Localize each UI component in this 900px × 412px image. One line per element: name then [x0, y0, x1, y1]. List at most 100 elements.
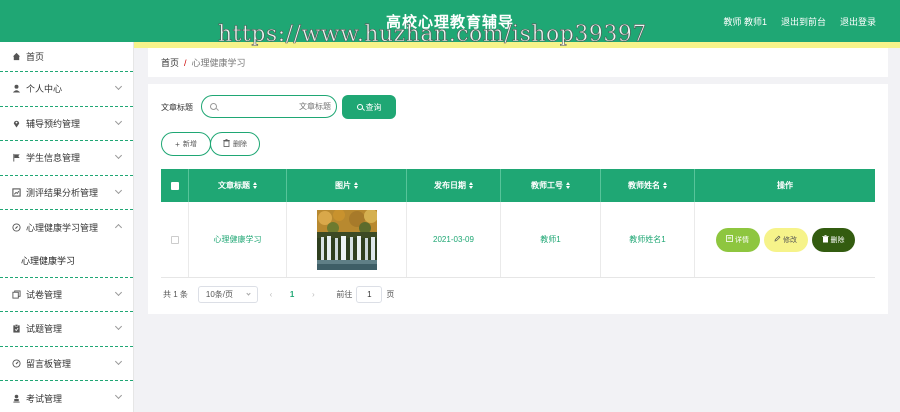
- content-card: 文章标题 查询 + 新增 删除 文章标题 图片: [148, 84, 888, 314]
- sidebar-item-appointment[interactable]: 辅导预约管理: [0, 107, 133, 141]
- column-label: 文章标题: [218, 181, 250, 190]
- chevron-up-icon: [114, 223, 123, 232]
- page-size-value: 10条/页: [205, 290, 234, 299]
- back-to-frontend-link[interactable]: 退出到前台: [781, 15, 826, 28]
- select-all-checkbox[interactable]: [170, 181, 179, 190]
- sidebar-item-papers[interactable]: 试卷管理: [0, 278, 133, 312]
- sidebar-item-questions[interactable]: 试题管理: [0, 312, 133, 347]
- sidebar-item-label: 试题管理: [26, 324, 63, 335]
- sidebar-item-label: 试卷管理: [26, 289, 63, 300]
- column-header-teacher-id[interactable]: 教师工号: [501, 169, 601, 202]
- table-header: 文章标题 图片 发布日期 教师工号 教师姓名 操作: [161, 169, 875, 202]
- goto-label: 前往: [336, 290, 353, 299]
- column-label: 教师工号: [531, 181, 563, 190]
- sort-icon: [469, 182, 473, 190]
- sidebar-item-exams[interactable]: 考试管理: [0, 381, 133, 412]
- sidebar-item-label: 考试管理: [26, 393, 63, 404]
- pagination-total: 共 1 条: [163, 290, 188, 299]
- sidebar-item-label: 学生信息管理: [26, 153, 81, 164]
- search-input[interactable]: [221, 102, 331, 111]
- edit-button-label: 修改: [783, 236, 797, 244]
- sidebar-item-label: 个人中心: [26, 84, 63, 95]
- home-icon: [11, 52, 21, 62]
- user-icon: [11, 84, 21, 94]
- goto-page-input[interactable]: 1: [356, 286, 383, 303]
- pencil-icon: [774, 235, 781, 244]
- column-label: 发布日期: [434, 181, 466, 190]
- sidebar-item-personal[interactable]: 个人中心: [0, 72, 133, 107]
- cell-title: 心理健康学习: [189, 202, 287, 277]
- column-header-teacher-name[interactable]: 教师姓名: [601, 169, 695, 202]
- person-icon: [11, 393, 21, 403]
- copy-icon: [11, 289, 21, 299]
- page-size-select[interactable]: 10条/页: [197, 286, 258, 303]
- column-label: 操作: [777, 181, 793, 190]
- current-user: 教师 教师1: [723, 17, 767, 27]
- column-header-image[interactable]: 图片: [287, 169, 407, 202]
- column-label: 教师姓名: [628, 181, 660, 190]
- data-table: 文章标题 图片 发布日期 教师工号 教师姓名 操作 心理健康学习 2021-03…: [161, 169, 875, 278]
- detail-button-label: 详情: [735, 236, 749, 244]
- prev-page-icon[interactable]: ‹: [266, 290, 276, 300]
- location-icon: [11, 118, 21, 128]
- batch-delete-button[interactable]: 删除: [210, 132, 260, 156]
- trash-icon: [821, 234, 829, 245]
- row-delete-button[interactable]: 删除: [811, 227, 855, 252]
- clipboard-icon: [11, 324, 21, 334]
- document-icon: [726, 235, 733, 244]
- search-field[interactable]: [201, 95, 337, 118]
- sidebar-item-messages[interactable]: 留言板管理: [0, 347, 133, 381]
- header-links: 教师 教师1 退出到前台 退出登录: [723, 15, 876, 28]
- cell-actions: 详情 修改 删除: [695, 202, 875, 277]
- breadcrumb-home[interactable]: 首页: [161, 56, 179, 69]
- sidebar-item-assessment[interactable]: 测评结果分析管理: [0, 176, 133, 210]
- query-button-label: 查询: [365, 102, 382, 112]
- cell-teacher-id: 教师1: [501, 202, 601, 277]
- sidebar-item-label: 测评结果分析管理: [26, 187, 99, 198]
- column-header-title[interactable]: 文章标题: [189, 169, 287, 202]
- column-label: 图片: [335, 181, 351, 190]
- search-label: 文章标题: [161, 103, 193, 112]
- edit-button[interactable]: 修改: [763, 227, 808, 252]
- watermark-text: https://www.huzhan.com/ishop39397: [218, 22, 647, 48]
- chevron-down-icon: [114, 151, 123, 160]
- sidebar-item-mental-health[interactable]: 心理健康学习管理: [0, 210, 133, 245]
- sidebar-item-label: 辅导预约管理: [26, 118, 81, 129]
- sidebar-subitem-mental-health-study[interactable]: 心理健康学习: [0, 245, 133, 278]
- chevron-down-icon: [114, 391, 123, 400]
- sort-icon: [663, 182, 667, 190]
- breadcrumb-current: 心理健康学习: [191, 58, 246, 68]
- sidebar-item-label: 首页: [26, 52, 45, 62]
- chevron-down-icon: [114, 288, 123, 296]
- column-header-actions: 操作: [695, 169, 875, 202]
- delete-button-label: 删除: [233, 141, 247, 148]
- cell-date: 2021-03-09: [407, 202, 501, 277]
- plus-icon: +: [175, 139, 180, 149]
- detail-button[interactable]: 详情: [715, 227, 760, 252]
- sort-icon: [566, 182, 570, 190]
- flag-icon: [11, 153, 21, 163]
- article-thumbnail-image: [316, 209, 377, 270]
- logout-link[interactable]: 退出登录: [840, 15, 876, 28]
- chevron-down-icon: [114, 117, 123, 125]
- next-page-icon[interactable]: ›: [308, 290, 318, 300]
- gauge-icon: [11, 358, 21, 368]
- chevron-down-icon: [114, 82, 123, 91]
- sidebar-item-home[interactable]: 首页: [0, 42, 133, 72]
- sort-icon: [253, 182, 257, 190]
- sort-icon: [354, 182, 358, 190]
- cell-image: [287, 202, 407, 277]
- chevron-down-icon: [114, 186, 123, 194]
- chevron-down-icon: [246, 291, 251, 296]
- table-row: 心理健康学习 2021-03-09 教师1 教师姓名1 详情 修改 删除: [161, 202, 875, 278]
- chevron-down-icon: [114, 322, 123, 331]
- query-button[interactable]: 查询: [342, 95, 396, 119]
- sidebar-item-students[interactable]: 学生信息管理: [0, 141, 133, 176]
- add-button[interactable]: + 新增: [161, 132, 211, 156]
- sidebar-item-label: 心理健康学习管理: [26, 222, 99, 233]
- column-header-date[interactable]: 发布日期: [407, 169, 501, 202]
- row-checkbox[interactable]: [170, 235, 179, 244]
- search-icon: [356, 104, 363, 110]
- trash-icon: [223, 139, 230, 149]
- page-number-current[interactable]: 1: [290, 290, 294, 299]
